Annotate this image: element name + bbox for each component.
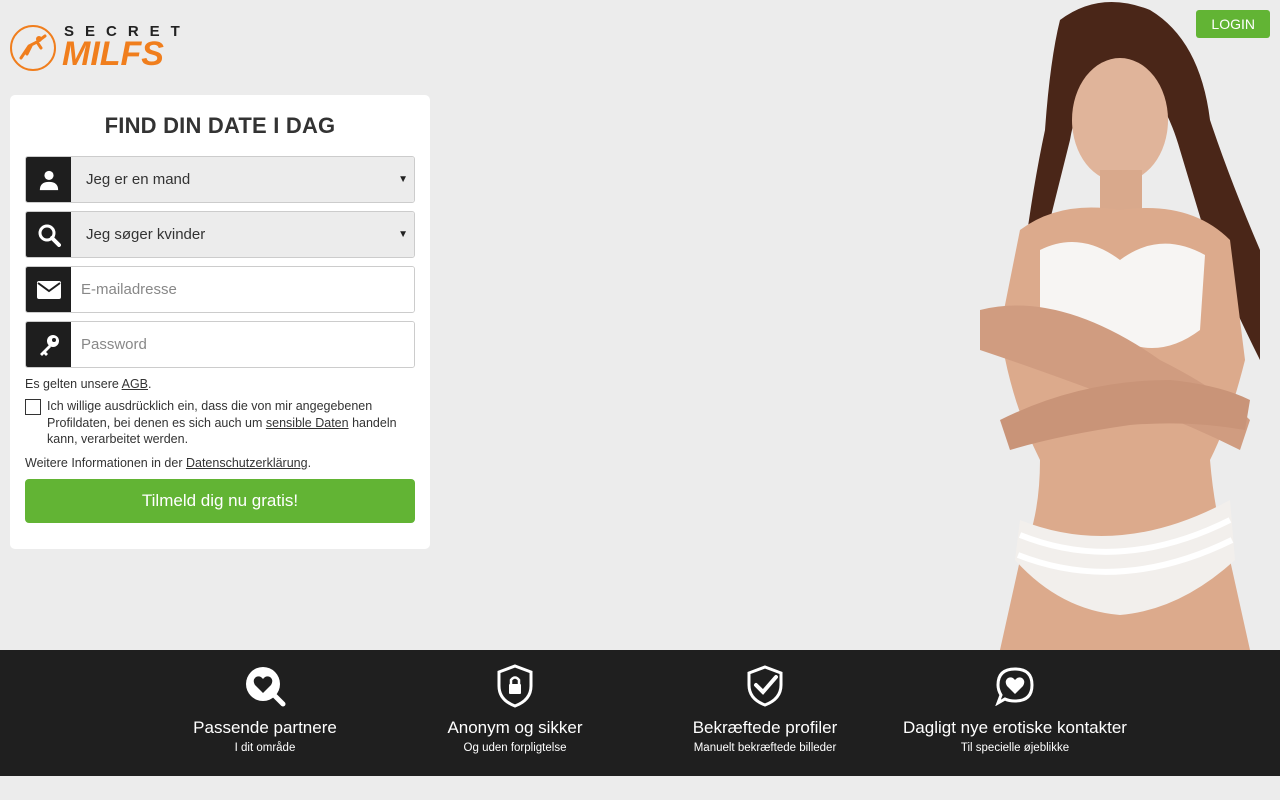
terms-prefix: Es gelten unsere (25, 377, 122, 391)
email-field[interactable]: E-mailadresse (25, 266, 415, 313)
feature-subtitle: I dit område (234, 742, 296, 754)
site-logo[interactable]: SECRET MILFS (10, 24, 191, 71)
feature-title: Anonym og sikker (447, 718, 583, 737)
email-placeholder: E-mailadresse (71, 267, 414, 312)
privacy-text: Weitere Informationen in der Datenschutz… (25, 455, 415, 471)
gender-select[interactable]: Jeg er en mand ▼ (25, 156, 415, 203)
key-icon (26, 322, 71, 367)
feature-new-contacts: Dagligt nye erotiske kontakter Til speci… (890, 650, 1140, 776)
logo-figure-icon (10, 24, 56, 71)
features-band: Passende partnere I dit område Anonym og… (0, 650, 1280, 776)
signup-button[interactable]: Tilmeld dig nu gratis! (25, 479, 415, 524)
signup-title: FIND DIN DATE I DAG (104, 113, 336, 138)
feature-subtitle: Og uden forpligtelse (463, 742, 567, 754)
shield-check-icon (747, 664, 783, 708)
terms-suffix: . (148, 377, 152, 391)
consent-text: Ich willige ausdrücklich ein, dass die v… (47, 398, 415, 447)
terms-text: Es gelten unsere AGB. (25, 376, 415, 392)
seeking-select[interactable]: Jeg søger kvinder ▼ (25, 211, 415, 258)
password-field[interactable]: Password (25, 321, 415, 368)
sensitive-data-link[interactable]: sensible Daten (266, 416, 349, 430)
feature-title: Bekræftede profiler (692, 718, 838, 737)
feature-subtitle: Til specielle øjeblikke (960, 742, 1070, 754)
feature-matching-partners: Passende partnere I dit område (140, 650, 390, 776)
user-icon (26, 157, 71, 202)
feature-title: Passende partnere (193, 718, 337, 737)
envelope-icon (26, 267, 71, 312)
consent-row: Ich willige ausdrücklich ein, dass die v… (25, 398, 415, 447)
feature-title: Dagligt nye erotiske kontakter (903, 718, 1127, 737)
hero-model-image (960, 0, 1280, 650)
heart-search-icon (244, 664, 286, 708)
search-icon (26, 212, 71, 257)
consent-checkbox[interactable] (25, 399, 41, 416)
privacy-prefix: Weitere Informationen in der (25, 456, 186, 470)
signup-card: FIND DIN DATE I DAG Jeg er en mand ▼ Jeg… (10, 95, 430, 549)
privacy-suffix: . (307, 456, 312, 470)
agb-link[interactable]: AGB (122, 377, 148, 391)
seeking-select-value: Jeg søger kvinder (86, 226, 206, 243)
shield-lock-icon (497, 664, 533, 708)
feature-verified: Bekræftede profiler Manuelt bekræftede b… (640, 650, 890, 776)
feature-subtitle: Manuelt bekræftede billeder (693, 742, 837, 754)
chevron-down-icon: ▼ (398, 229, 408, 240)
gender-select-value: Jeg er en mand (86, 171, 191, 188)
password-placeholder: Password (71, 322, 414, 367)
chevron-down-icon: ▼ (398, 174, 408, 185)
chat-heart-icon (995, 664, 1035, 708)
logo-main-text: MILFS (62, 35, 164, 73)
privacy-link[interactable]: Datenschutzerklärung (186, 456, 308, 470)
feature-anonymous: Anonym og sikker Og uden forpligtelse (390, 650, 640, 776)
